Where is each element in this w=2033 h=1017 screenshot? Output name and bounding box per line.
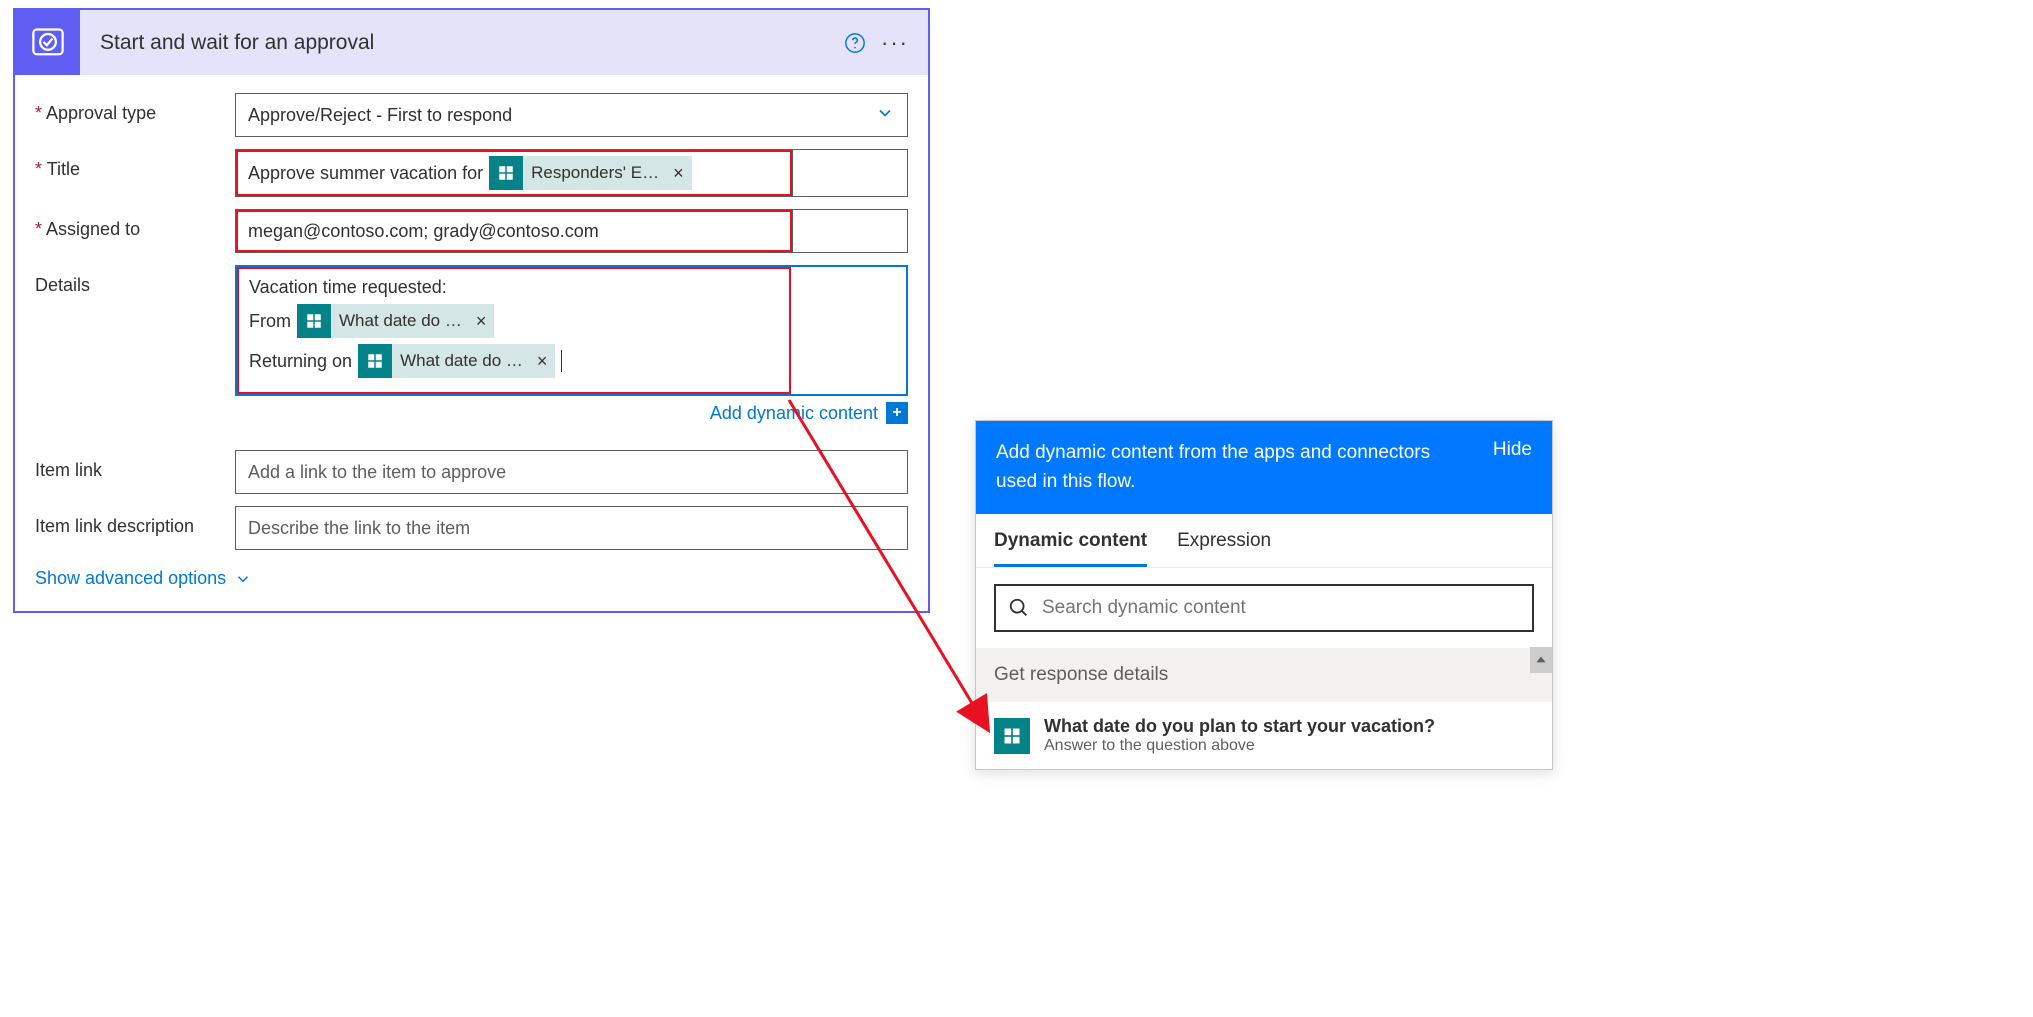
show-advanced-options-link[interactable]: Show advanced options: [35, 568, 252, 589]
details-row: Details Vacation time requested: From: [35, 265, 908, 438]
dynamic-content-item-subtitle: Answer to the question above: [1044, 737, 1435, 755]
assigned-to-label: * Assigned to: [35, 209, 235, 240]
approval-type-row: * Approval type Approve/Reject - First t…: [35, 93, 908, 137]
approval-action-card: Start and wait for an approval ··· * App…: [13, 8, 930, 613]
remove-token-icon[interactable]: ×: [537, 351, 548, 372]
approval-type-select[interactable]: Approve/Reject - First to respond: [235, 93, 908, 137]
title-token-responders-email[interactable]: Responders' E… ×: [489, 156, 692, 190]
chevron-down-icon: [234, 570, 252, 588]
tab-dynamic-content[interactable]: Dynamic content: [994, 530, 1147, 567]
more-menu-icon[interactable]: ···: [880, 30, 910, 56]
details-from-text: From: [249, 311, 291, 332]
item-link-desc-row: Item link description: [35, 506, 908, 550]
dynamic-content-item[interactable]: What date do you plan to start your vaca…: [976, 702, 1552, 769]
dynamic-content-list: What date do you plan to start your vaca…: [976, 702, 1552, 769]
dynamic-content-search-input[interactable]: [1042, 597, 1520, 619]
item-link-desc-input[interactable]: [235, 506, 908, 550]
details-return-text: Returning on: [249, 351, 352, 372]
dynamic-content-tabs: Dynamic content Expression: [976, 514, 1552, 568]
card-header[interactable]: Start and wait for an approval ···: [15, 10, 928, 75]
remove-token-icon[interactable]: ×: [673, 163, 684, 184]
card-body: * Approval type Approve/Reject - First t…: [15, 75, 928, 611]
item-link-label: Item link: [35, 450, 235, 481]
item-link-row: Item link: [35, 450, 908, 494]
details-dynamic-area[interactable]: [791, 267, 906, 394]
approval-icon: [15, 10, 80, 75]
title-row: * Title Approve summer vacation for Resp…: [35, 149, 908, 197]
title-input-dynamic-area[interactable]: [792, 150, 907, 196]
details-header-text: Vacation time requested:: [249, 277, 779, 298]
assigned-to-input[interactable]: megan@contoso.com; grady@contoso.com: [235, 209, 908, 253]
tab-expression[interactable]: Expression: [1177, 530, 1271, 567]
assigned-to-dynamic-area[interactable]: [792, 210, 907, 252]
details-input[interactable]: Vacation time requested: From What date …: [235, 265, 908, 396]
dynamic-content-header-text: Add dynamic content from the apps and co…: [996, 439, 1456, 496]
dynamic-content-panel: Add dynamic content from the apps and co…: [975, 420, 1553, 770]
approval-type-label: * Approval type: [35, 93, 235, 124]
remove-token-icon[interactable]: ×: [476, 311, 487, 332]
add-dynamic-content-link[interactable]: Add dynamic content: [710, 403, 878, 424]
chevron-down-icon: [875, 103, 895, 128]
assigned-to-row: * Assigned to megan@contoso.com; grady@c…: [35, 209, 908, 253]
text-cursor: [561, 350, 562, 372]
search-icon: [1008, 597, 1030, 619]
forms-icon: [358, 344, 392, 378]
item-link-input[interactable]: [235, 450, 908, 494]
add-dynamic-plus-icon[interactable]: +: [886, 402, 908, 424]
forms-icon: [297, 304, 331, 338]
card-title: Start and wait for an approval: [80, 31, 840, 55]
title-text: Approve summer vacation for: [248, 163, 483, 184]
dynamic-content-search[interactable]: [994, 584, 1534, 632]
forms-icon: [489, 156, 523, 190]
scroll-up-icon[interactable]: [1530, 647, 1552, 673]
forms-icon: [994, 718, 1030, 754]
item-link-desc-label: Item link description: [35, 506, 235, 537]
details-return-token[interactable]: What date do … ×: [358, 344, 555, 378]
dynamic-content-header: Add dynamic content from the apps and co…: [976, 421, 1552, 514]
help-icon[interactable]: [840, 28, 870, 58]
assigned-to-value: megan@contoso.com; grady@contoso.com: [248, 221, 599, 242]
details-from-token[interactable]: What date do … ×: [297, 304, 494, 338]
title-label: * Title: [35, 149, 235, 180]
dynamic-content-item-title: What date do you plan to start your vaca…: [1044, 716, 1435, 737]
dynamic-content-section-header: Get response details: [976, 648, 1552, 702]
details-label: Details: [35, 265, 235, 296]
title-input[interactable]: Approve summer vacation for Responders' …: [235, 149, 908, 197]
approval-type-value: Approve/Reject - First to respond: [248, 105, 512, 126]
hide-panel-link[interactable]: Hide: [1493, 439, 1532, 461]
